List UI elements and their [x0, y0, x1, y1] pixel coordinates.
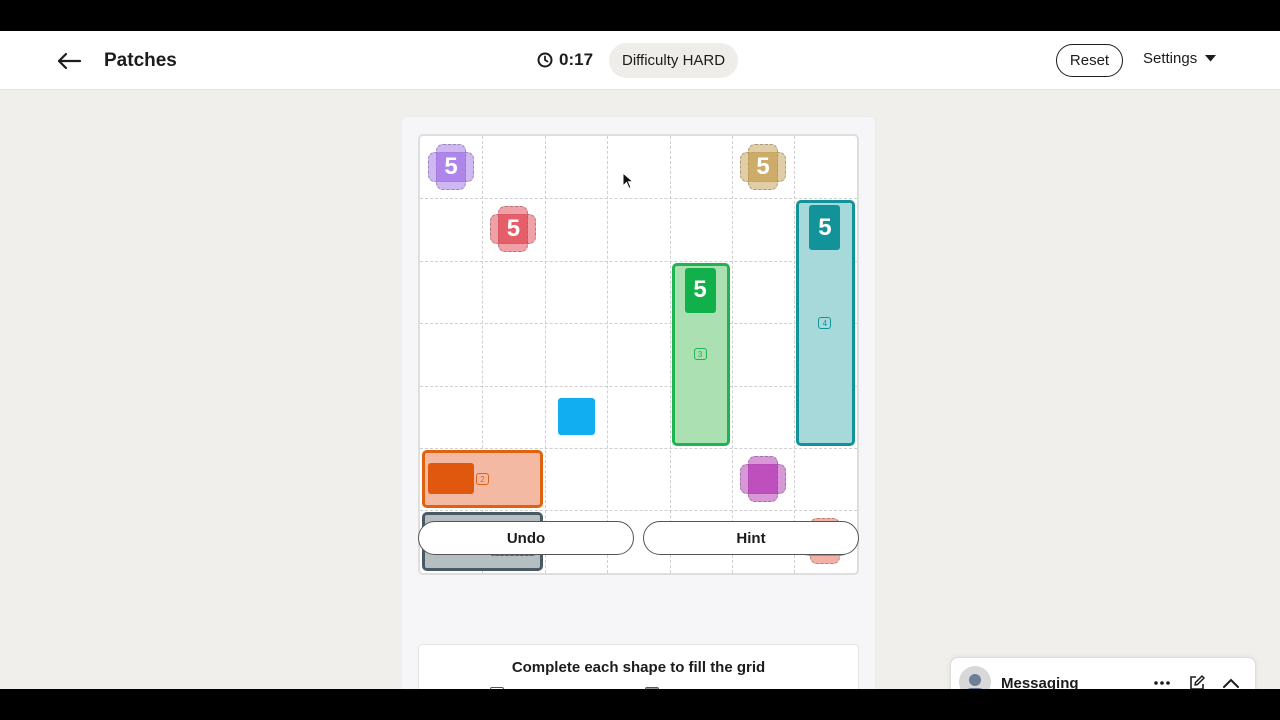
- shape-size-label: 4: [818, 317, 832, 330]
- grid-cell[interactable]: [420, 386, 482, 448]
- grid-line: [794, 136, 796, 573]
- mouse-pointer-icon: [622, 171, 635, 195]
- timer: 0:17: [537, 50, 593, 70]
- grid-cell[interactable]: [545, 198, 607, 260]
- grid-cell[interactable]: [607, 448, 669, 510]
- game-board: 545322555: [418, 134, 859, 575]
- more-options-icon[interactable]: [1151, 672, 1173, 689]
- grid-cell[interactable]: [482, 386, 544, 448]
- grid-cell[interactable]: [732, 323, 794, 385]
- grid-cell[interactable]: [545, 136, 607, 198]
- grid-line: [420, 198, 857, 200]
- game-page: Patches 0:17 Difficulty HARD Reset Setti…: [0, 31, 1280, 689]
- grid-line: [420, 323, 857, 325]
- grid-cell[interactable]: [607, 386, 669, 448]
- chevron-up-icon[interactable]: [1220, 672, 1242, 689]
- grid-cell[interactable]: [482, 136, 544, 198]
- back-arrow-icon[interactable]: [52, 45, 86, 77]
- clue-cell[interactable]: 5: [740, 144, 786, 190]
- grid-cell[interactable]: [420, 323, 482, 385]
- instructions-card: Complete each shape to fill the grid: [418, 644, 859, 689]
- grid-cell[interactable]: [794, 136, 856, 198]
- avatar: [959, 666, 991, 689]
- grid-cell[interactable]: [607, 136, 669, 198]
- grid-line: [420, 448, 857, 449]
- grid-line: [420, 260, 857, 262]
- grid-cell[interactable]: [545, 448, 607, 510]
- grid-cell[interactable]: [545, 323, 607, 385]
- grid-cell[interactable]: [420, 198, 482, 260]
- grid-cell[interactable]: [794, 448, 856, 510]
- difficulty-badge: Difficulty HARD: [609, 43, 739, 78]
- shape-example-icon: [645, 687, 659, 689]
- grid-cell[interactable]: [732, 386, 794, 448]
- grid-cell[interactable]: [607, 323, 669, 385]
- grid-line: [420, 510, 857, 512]
- caret-down-icon: [1205, 55, 1217, 62]
- grid-cell[interactable]: [482, 323, 544, 385]
- grid-line: [669, 136, 671, 573]
- clue-number: 5: [444, 153, 458, 180]
- page-title: Patches: [104, 50, 177, 71]
- hint-button[interactable]: Hint: [643, 521, 859, 555]
- grid-cell[interactable]: [420, 261, 482, 323]
- shape-clue-number: 5: [809, 205, 841, 251]
- grid-cell[interactable]: [732, 198, 794, 260]
- grid-cell[interactable]: [607, 261, 669, 323]
- clock-icon: [537, 52, 553, 68]
- clue-number: 5: [756, 153, 770, 180]
- shape-example-icon: [490, 687, 504, 689]
- clue-number: 5: [506, 215, 521, 243]
- messaging-label: Messaging: [1001, 675, 1079, 689]
- grid-cell[interactable]: [607, 198, 669, 260]
- clue-number: [740, 456, 786, 502]
- settings-dropdown[interactable]: Settings: [1143, 50, 1217, 67]
- shape-size-label: 2: [476, 473, 489, 485]
- grid-cell[interactable]: [670, 198, 732, 260]
- grid-line: [732, 136, 733, 573]
- shape-size-label: 3: [693, 348, 707, 361]
- undo-button[interactable]: Undo: [418, 521, 634, 555]
- reset-button[interactable]: Reset: [1056, 44, 1123, 77]
- timer-value: 0:17: [559, 50, 594, 69]
- grid-cell[interactable]: [482, 261, 544, 323]
- compose-icon[interactable]: [1186, 672, 1208, 689]
- grid-line: [420, 385, 857, 387]
- grid-cell[interactable]: [545, 261, 607, 323]
- top-bar: Patches 0:17 Difficulty HARD Reset Setti…: [0, 31, 1280, 90]
- grid-cell[interactable]: [732, 261, 794, 323]
- grid-line: [544, 136, 546, 573]
- clue-cell[interactable]: [740, 456, 786, 502]
- settings-label: Settings: [1143, 50, 1198, 67]
- clue-cell[interactable]: 5: [490, 206, 537, 253]
- loose-piece[interactable]: [557, 397, 595, 435]
- instructions-text: Complete each shape to fill the grid: [511, 659, 766, 676]
- grid-cell[interactable]: [670, 448, 732, 510]
- shape-fill-block: [428, 463, 474, 494]
- shape-clue-number: 5: [684, 267, 716, 313]
- grid-cell[interactable]: [670, 136, 732, 198]
- messaging-widget[interactable]: Messaging: [950, 657, 1256, 689]
- clue-cell[interactable]: 5: [428, 144, 474, 190]
- grid-line: [607, 136, 609, 573]
